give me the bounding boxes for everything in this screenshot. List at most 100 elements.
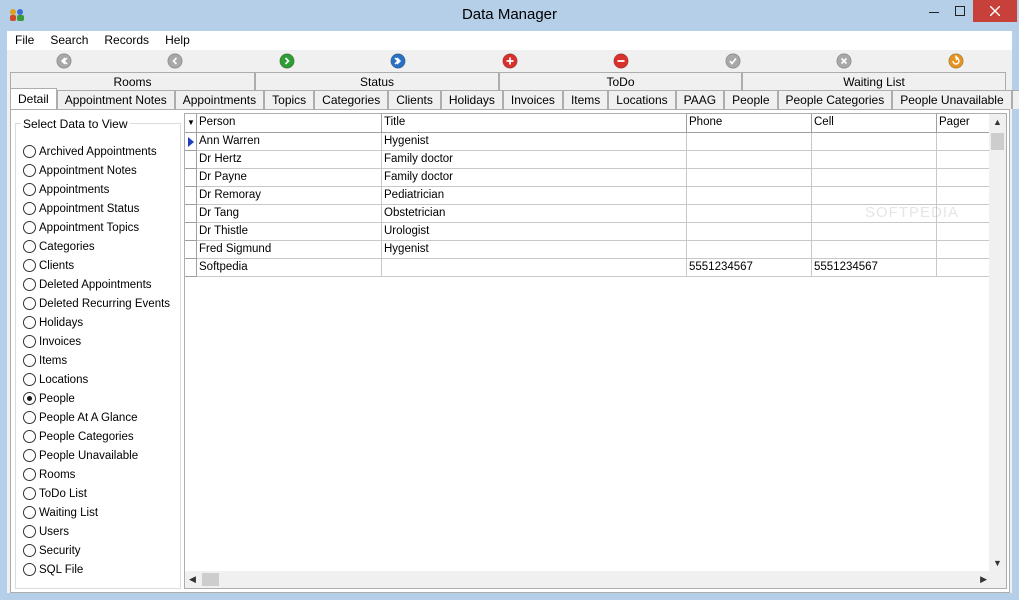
radio-users[interactable]: Users bbox=[23, 522, 170, 541]
tab-appointment-notes[interactable]: Appointment Notes bbox=[56, 90, 175, 109]
column-header-cell[interactable]: Cell bbox=[812, 114, 937, 133]
cell-pager[interactable] bbox=[937, 241, 997, 259]
cell-cell[interactable]: 5551234567 bbox=[812, 259, 937, 277]
cell-person[interactable]: Dr Remoray bbox=[197, 187, 382, 205]
row-indicator[interactable] bbox=[185, 259, 197, 277]
column-header-person[interactable]: Person bbox=[197, 114, 382, 133]
radio-button[interactable] bbox=[23, 145, 36, 158]
tab-people[interactable]: People bbox=[724, 90, 778, 109]
column-header-phone[interactable]: Phone bbox=[687, 114, 812, 133]
scroll-right-icon[interactable]: ▶ bbox=[980, 574, 987, 585]
row-indicator[interactable] bbox=[185, 169, 197, 187]
cell-phone[interactable] bbox=[687, 187, 812, 205]
table-row[interactable]: Dr Payne Family doctor bbox=[185, 169, 997, 187]
cell-pager[interactable] bbox=[937, 187, 997, 205]
tab-clients[interactable]: Clients bbox=[388, 90, 441, 109]
tab-todo[interactable]: ToDo bbox=[499, 72, 742, 90]
radio-categories[interactable]: Categories bbox=[23, 237, 170, 256]
radio-archived-appointments[interactable]: Archived Appointments bbox=[23, 142, 170, 161]
tab-categories[interactable]: Categories bbox=[314, 90, 389, 109]
cell-pager[interactable] bbox=[937, 169, 997, 187]
minimize-button[interactable] bbox=[921, 0, 947, 22]
radio-button[interactable] bbox=[23, 373, 36, 386]
radio-button[interactable] bbox=[23, 259, 36, 272]
tab-recur[interactable]: Recur bbox=[1011, 90, 1019, 109]
save-record-button[interactable] bbox=[725, 53, 741, 69]
tab-paag[interactable]: PAAG bbox=[675, 90, 725, 109]
radio-deleted-appointments[interactable]: Deleted Appointments bbox=[23, 275, 170, 294]
cell-title[interactable]: Hygenist bbox=[382, 133, 687, 151]
radio-button[interactable] bbox=[23, 392, 36, 405]
cell-title[interactable]: Hygenist bbox=[382, 241, 687, 259]
radio-button[interactable] bbox=[23, 506, 36, 519]
radio-button[interactable] bbox=[23, 221, 36, 234]
tab-people-unavailable[interactable]: People Unavailable bbox=[892, 90, 1012, 109]
radio-holidays[interactable]: Holidays bbox=[23, 313, 170, 332]
radio-button[interactable] bbox=[23, 240, 36, 253]
radio-button[interactable] bbox=[23, 164, 36, 177]
cell-phone[interactable] bbox=[687, 133, 812, 151]
radio-sql-file[interactable]: SQL File bbox=[23, 560, 170, 579]
cell-pager[interactable] bbox=[937, 133, 997, 151]
radio-button[interactable] bbox=[23, 354, 36, 367]
cell-pager[interactable] bbox=[937, 223, 997, 241]
tab-topics[interactable]: Topics bbox=[264, 90, 315, 109]
title-bar[interactable]: Data Manager bbox=[0, 0, 1019, 31]
cell-title[interactable]: Family doctor bbox=[382, 151, 687, 169]
table-row[interactable]: Dr Remoray Pediatrician bbox=[185, 187, 997, 205]
maximize-button[interactable] bbox=[947, 0, 973, 22]
radio-button[interactable] bbox=[23, 183, 36, 196]
radio-button[interactable] bbox=[23, 430, 36, 443]
add-record-button[interactable] bbox=[502, 53, 518, 69]
next-record-button[interactable] bbox=[279, 53, 295, 69]
cell-person[interactable]: Dr Payne bbox=[197, 169, 382, 187]
cell-title[interactable]: Family doctor bbox=[382, 169, 687, 187]
radio-people-categories[interactable]: People Categories bbox=[23, 427, 170, 446]
cell-phone[interactable] bbox=[687, 205, 812, 223]
cell-phone[interactable] bbox=[687, 223, 812, 241]
cell-title[interactable]: Pediatrician bbox=[382, 187, 687, 205]
cell-pager[interactable] bbox=[937, 259, 997, 277]
radio-security[interactable]: Security bbox=[23, 541, 170, 560]
cell-phone[interactable] bbox=[687, 241, 812, 259]
tab-detail[interactable]: Detail bbox=[10, 88, 57, 109]
radio-people-unavailable[interactable]: People Unavailable bbox=[23, 446, 170, 465]
radio-button[interactable] bbox=[23, 335, 36, 348]
radio-deleted-recurring-events[interactable]: Deleted Recurring Events bbox=[23, 294, 170, 313]
cell-title[interactable]: Obstetrician bbox=[382, 205, 687, 223]
radio-button[interactable] bbox=[23, 411, 36, 424]
delete-record-button[interactable] bbox=[613, 53, 629, 69]
row-indicator[interactable] bbox=[185, 205, 197, 223]
table-row[interactable]: Dr Thistle Urologist bbox=[185, 223, 997, 241]
cell-cell[interactable] bbox=[812, 223, 937, 241]
cell-pager[interactable] bbox=[937, 151, 997, 169]
scroll-left-icon[interactable]: ◀ bbox=[189, 574, 196, 585]
cell-person[interactable]: Dr Tang bbox=[197, 205, 382, 223]
cell-person[interactable]: Softpedia bbox=[197, 259, 382, 277]
tab-items[interactable]: Items bbox=[562, 90, 609, 109]
menu-file[interactable]: File bbox=[7, 31, 42, 50]
radio-appointment-notes[interactable]: Appointment Notes bbox=[23, 161, 170, 180]
table-row[interactable]: Fred Sigmund Hygenist bbox=[185, 241, 997, 259]
radio-button[interactable] bbox=[23, 297, 36, 310]
cell-cell[interactable] bbox=[812, 151, 937, 169]
cell-person[interactable]: Dr Thistle bbox=[197, 223, 382, 241]
vertical-scroll-thumb[interactable] bbox=[991, 133, 1004, 150]
tab-people-categories[interactable]: People Categories bbox=[777, 90, 893, 109]
cell-title[interactable] bbox=[382, 259, 687, 277]
radio-button[interactable] bbox=[23, 563, 36, 576]
cell-phone[interactable]: 5551234567 bbox=[687, 259, 812, 277]
radio-items[interactable]: Items bbox=[23, 351, 170, 370]
radio-button[interactable] bbox=[23, 468, 36, 481]
radio-todo-list[interactable]: ToDo List bbox=[23, 484, 170, 503]
cancel-record-button[interactable] bbox=[836, 53, 852, 69]
column-header-title[interactable]: Title bbox=[382, 114, 687, 133]
cell-title[interactable]: Urologist bbox=[382, 223, 687, 241]
table-row[interactable]: Softpedia 5551234567 5551234567 bbox=[185, 259, 997, 277]
radio-waiting-list[interactable]: Waiting List bbox=[23, 503, 170, 522]
radio-clients[interactable]: Clients bbox=[23, 256, 170, 275]
radio-people-at-a-glance[interactable]: People At A Glance bbox=[23, 408, 170, 427]
radio-button[interactable] bbox=[23, 202, 36, 215]
refresh-button[interactable] bbox=[948, 53, 964, 69]
radio-rooms[interactable]: Rooms bbox=[23, 465, 170, 484]
